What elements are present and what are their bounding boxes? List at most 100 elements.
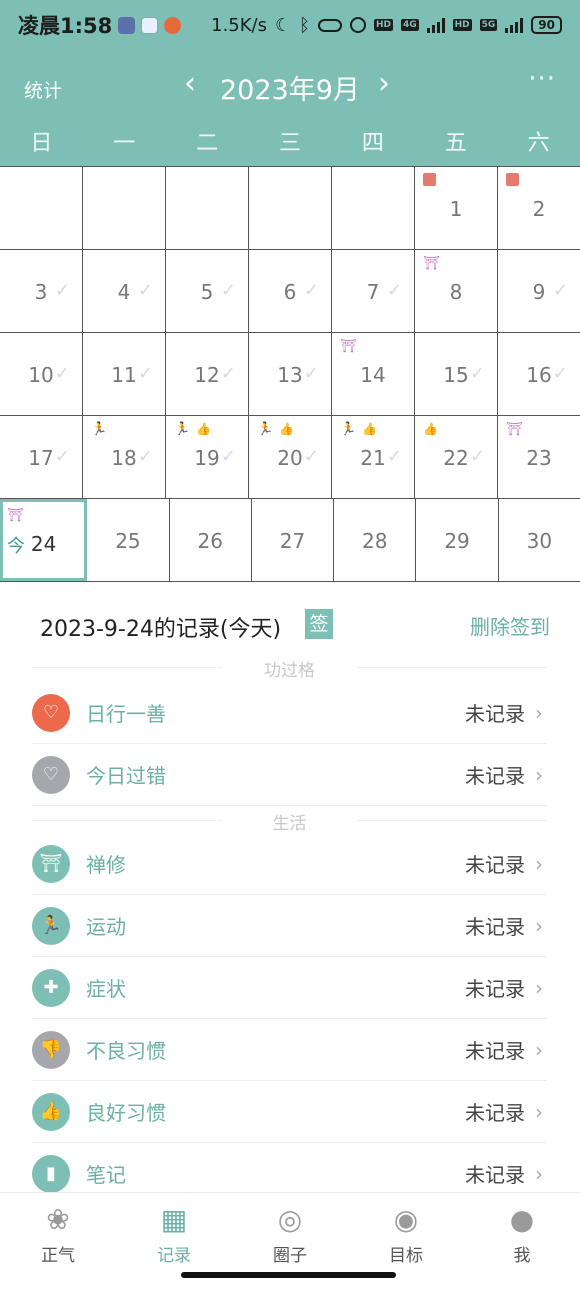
check-icon: ✓ xyxy=(552,363,568,384)
home-indicator[interactable] xyxy=(181,1272,396,1278)
calendar-day[interactable]: 9 ✓ xyxy=(498,250,580,332)
chevron-right-icon: › xyxy=(535,851,543,876)
check-icon: ✓ xyxy=(137,280,153,301)
calendar-day[interactable]: 🏃 👍 21 ✓ xyxy=(332,416,415,498)
calendar-day[interactable]: 🏃 👍 19 ✓ xyxy=(166,416,249,498)
record-item-mistake[interactable]: ♡ 今日过错 未记录 › xyxy=(32,744,547,806)
calendar-day[interactable]: 15 ✓ xyxy=(415,333,498,415)
check-icon: ✓ xyxy=(303,446,319,467)
prev-month-button[interactable]: ‹ xyxy=(184,66,196,101)
calendar-day[interactable]: 16 ✓ xyxy=(498,333,580,415)
check-icon: ✓ xyxy=(54,280,70,301)
calendar-day[interactable]: 12 ✓ xyxy=(166,333,249,415)
record-item-symptom[interactable]: ✚ 症状 未记录 › xyxy=(32,957,547,1019)
calendar-day[interactable]: 29 xyxy=(416,499,499,581)
calendar-day[interactable]: 27 xyxy=(252,499,335,581)
check-icon: ✓ xyxy=(137,363,153,384)
calendar-day[interactable]: 25 xyxy=(87,499,170,581)
chevron-right-icon: › xyxy=(535,1099,543,1124)
day-number: 30 xyxy=(526,529,553,553)
record-label: 运动 xyxy=(86,915,126,939)
app-icon xyxy=(118,16,136,34)
check-icon: ✓ xyxy=(303,363,319,384)
moon-icon: ☾ xyxy=(275,14,292,36)
weekday-label: 六 xyxy=(527,131,550,156)
battery-icon: 90 xyxy=(531,16,562,34)
record-value: 未记录 xyxy=(465,702,525,726)
calendar-day[interactable]: 4 ✓ xyxy=(83,250,166,332)
run-icon: 🏃 xyxy=(174,422,191,437)
calendar-day[interactable]: 30 xyxy=(499,499,580,581)
record-item-meditation[interactable]: ⛩ 禅修 未记录 › xyxy=(32,833,547,895)
calendar-day[interactable]: 6 ✓ xyxy=(249,250,332,332)
calendar-day[interactable]: ⛩ 8 xyxy=(415,250,498,332)
calendar-icon: ▦ xyxy=(160,1203,188,1236)
calendar-day[interactable]: 11 ✓ xyxy=(83,333,166,415)
section-title-merit: 功过格 xyxy=(32,656,547,681)
calendar-day[interactable]: 2 xyxy=(498,167,580,249)
hd-badge: HD xyxy=(452,19,472,31)
nav-item-me[interactable]: ● 我 xyxy=(464,1193,580,1289)
record-item-bad-habit[interactable]: 👎 不良习惯 未记录 › xyxy=(32,1019,547,1081)
calendar-day[interactable]: 👍 22 ✓ xyxy=(415,416,498,498)
record-label: 不良习惯 xyxy=(86,1039,166,1063)
calendar-week: ⛩ 今 24 25 26 27 28 29 30 xyxy=(0,499,580,582)
chevron-right-icon: › xyxy=(535,700,543,725)
broken-heart-icon: ♡ xyxy=(32,755,70,794)
day-number: 2 xyxy=(532,197,546,221)
calendar-day[interactable]: 10 ✓ xyxy=(0,333,83,415)
check-icon: ✓ xyxy=(220,363,236,384)
calendar-empty-cell xyxy=(166,167,249,249)
run-icon: 🏃 xyxy=(340,422,357,437)
calendar-day[interactable]: 🏃 18 ✓ xyxy=(83,416,166,498)
records-header: 2023-9-24的记录(今天) 签 删除签到 xyxy=(40,607,550,643)
chevron-right-icon: › xyxy=(535,975,543,1000)
calendar-day[interactable]: 1 xyxy=(415,167,498,249)
record-item-good-habit[interactable]: 👍 良好习惯 未记录 › xyxy=(32,1081,547,1143)
calendar-day[interactable]: 28 xyxy=(334,499,417,581)
calendar-empty-cell xyxy=(332,167,415,249)
app-icon xyxy=(141,16,159,34)
calendar-day[interactable]: 7 ✓ xyxy=(332,250,415,332)
more-icon[interactable]: ··· xyxy=(528,64,556,94)
calendar-day[interactable]: 13 ✓ xyxy=(249,333,332,415)
record-label: 今日过错 xyxy=(86,764,166,788)
weekday-label: 二 xyxy=(196,131,219,156)
day-number: 27 xyxy=(279,529,306,553)
status-bar: 凌晨1:58 1.5K/s ☾ ᛒ HD 4G HD 5G 90 xyxy=(0,0,580,50)
calendar-empty-cell xyxy=(249,167,332,249)
calendar-day[interactable]: 26 xyxy=(170,499,252,581)
weekday-label: 日 xyxy=(30,131,53,156)
calendar-day-today[interactable]: ⛩ 今 24 xyxy=(0,499,88,581)
day-number: 14 xyxy=(360,363,386,387)
check-icon: ✓ xyxy=(469,446,485,467)
thumbs-up-icon: 👍 xyxy=(279,422,295,436)
status-right: 1.5K/s ☾ ᛒ HD 4G HD 5G 90 xyxy=(211,15,562,36)
calendar-day[interactable]: ⛩ 14 xyxy=(332,333,415,415)
stats-button[interactable]: 统计 xyxy=(24,76,62,103)
calendar-day[interactable]: 🏃 👍 20 ✓ xyxy=(249,416,332,498)
record-label: 症状 xyxy=(86,977,126,1001)
record-item-good-deed[interactable]: ♡ 日行一善 未记录 › xyxy=(32,682,547,744)
calendar-day[interactable]: 17 ✓ xyxy=(0,416,83,498)
record-value: 未记录 xyxy=(465,1039,525,1063)
delete-checkin-button[interactable]: 删除签到 xyxy=(470,611,550,640)
check-icon: ✓ xyxy=(54,446,70,467)
nav-item-zhengqi[interactable]: ❀ 正气 xyxy=(0,1193,116,1289)
next-month-button[interactable]: › xyxy=(378,66,390,101)
first-aid-icon: ✚ xyxy=(32,968,70,1007)
calendar-day[interactable]: 5 ✓ xyxy=(166,250,249,332)
thumbs-up-icon: 👍 xyxy=(362,422,378,436)
thumbs-up-icon: 👍 xyxy=(423,422,438,436)
record-item-exercise[interactable]: 🏃 运动 未记录 › xyxy=(32,895,547,957)
nav-label: 目标 xyxy=(389,1246,423,1266)
calendar-day[interactable]: ⛩ 23 xyxy=(498,416,580,498)
calendar-week: 1 2 xyxy=(0,167,580,250)
calendar-day[interactable]: 3 ✓ xyxy=(0,250,83,332)
day-number: 8 xyxy=(449,280,463,304)
net-4g-badge: 4G xyxy=(400,19,419,31)
check-icon: ✓ xyxy=(54,363,70,384)
weekday-label: 一 xyxy=(113,131,136,156)
month-title: 2023年9月 xyxy=(220,75,360,106)
net-5g-badge: 5G xyxy=(479,19,498,31)
